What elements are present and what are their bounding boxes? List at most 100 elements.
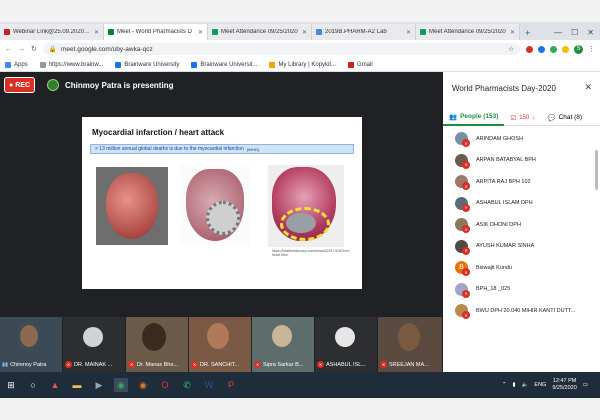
checkbox-icon: ☑: [510, 114, 517, 122]
language-indicator[interactable]: ENG: [534, 382, 546, 388]
browser-tab[interactable]: Meet Attendance 09/25/2020 ✕: [208, 24, 312, 40]
participant-name: Biswajit Kundu: [476, 264, 513, 271]
tab-people-label: People (153): [460, 113, 499, 120]
list-item[interactable]: ✕ ARPITA RAJ BPH 102: [443, 171, 600, 193]
bookmark-apps[interactable]: Apps: [5, 61, 28, 68]
url-field[interactable]: 🔒 meet.google.com/uby-awka-qcz ☆: [42, 43, 520, 55]
chat-icon: 💬: [547, 114, 556, 122]
sheets-favicon-icon: [212, 29, 218, 35]
extension-icon[interactable]: [550, 45, 557, 53]
page-icon: [115, 61, 122, 68]
panel-title: World Pharmacists Day-2020: [452, 84, 556, 93]
bookmark-gmail[interactable]: Gmail: [348, 61, 373, 68]
close-icon[interactable]: ✕: [94, 29, 99, 36]
star-icon[interactable]: ☆: [508, 45, 514, 53]
participant-tile[interactable]: ▮▮ Chinmoy Patra: [0, 317, 62, 372]
presenter-avatar: [47, 79, 59, 91]
mic-off-icon: ✕: [380, 361, 387, 368]
word-icon[interactable]: W: [202, 378, 216, 392]
file-explorer-icon[interactable]: ▬: [70, 378, 84, 392]
bookmark-label: My Library | Kopykit...: [278, 61, 337, 68]
docs-favicon-icon: [316, 29, 322, 35]
tray-chevron-icon[interactable]: ⌃: [502, 382, 507, 388]
list-item[interactable]: ✕ BPH_18 _025: [443, 279, 600, 301]
list-item[interactable]: B ✕ Biswajit Kundu: [443, 257, 600, 279]
close-icon[interactable]: ✕: [198, 29, 203, 36]
extension-icon[interactable]: [538, 45, 545, 53]
tab-people[interactable]: 👥 People (153): [443, 110, 505, 126]
participant-name: ASHABUL ISL...: [326, 361, 366, 368]
browser-tab[interactable]: Meet Attendance 09/25/2020 ✕: [416, 24, 520, 40]
participant-name-row: ✕ SREEJAN MA...: [380, 361, 429, 368]
gmail-icon: [348, 61, 355, 68]
close-icon[interactable]: ✕: [584, 82, 592, 93]
search-icon[interactable]: ○: [26, 378, 40, 392]
minimize-icon[interactable]: —: [554, 28, 562, 37]
extension-icon[interactable]: [526, 45, 533, 53]
forward-icon[interactable]: →: [18, 46, 25, 53]
powerpoint-icon[interactable]: P: [224, 378, 238, 392]
clock[interactable]: 12:47 PM 9/25/2020: [552, 378, 576, 392]
participant-tile[interactable]: ✕ DR. SANCHIT...: [189, 317, 251, 372]
new-tab-button[interactable]: +: [520, 28, 535, 40]
presenter-banner: Chinmoy Patra is presenting: [47, 79, 173, 91]
heart-photo: [96, 167, 168, 245]
start-icon[interactable]: ⊞: [4, 378, 18, 392]
tab-attendance[interactable]: ☑ 150 ↓: [504, 110, 541, 126]
tab-title: Meet - World Pharmacists D: [117, 29, 192, 35]
close-icon[interactable]: ✕: [302, 29, 307, 36]
list-item[interactable]: ✕ ASHABUL ISLAM DPH: [443, 193, 600, 215]
chrome-icon[interactable]: ◉: [114, 378, 128, 392]
profile-avatar[interactable]: S: [574, 44, 583, 54]
firefox-icon[interactable]: ◉: [136, 378, 150, 392]
participant-name-row: ✕ Dr. Manas Bho...: [128, 361, 178, 368]
participant-tile[interactable]: ✕ Sipra Sarkar B...: [252, 317, 314, 372]
bookmark-item[interactable]: Brainware University: [115, 61, 179, 68]
slide-bullet-box: > 13 million annual global deaths is due…: [90, 144, 354, 154]
tab-title: Meet Attendance 09/25/2020: [429, 29, 506, 35]
reload-icon[interactable]: ↻: [31, 45, 37, 53]
arrow-down-icon: ↓: [532, 114, 536, 121]
tab-title: 2019B.PHARM-A2 Lab: [325, 29, 387, 35]
people-icon: 👥: [449, 113, 458, 121]
list-item[interactable]: ✕ ASIK DHONI DPH: [443, 214, 600, 236]
participant-tile[interactable]: ✕ ASHABUL ISL...: [315, 317, 377, 372]
close-window-icon[interactable]: ✕: [587, 28, 594, 37]
media-player-icon[interactable]: ▶: [92, 378, 106, 392]
mic-off-icon: ✕: [191, 361, 198, 368]
mic-off-icon: ✕: [254, 361, 261, 368]
notifications-icon[interactable]: ▭: [583, 382, 588, 388]
browser-tab[interactable]: 2019B.PHARM-A2 Lab ✕: [312, 24, 416, 40]
bookmark-item[interactable]: Brainware Universit...: [191, 61, 257, 68]
participant-tile[interactable]: ✕ Dr. Manas Bho...: [126, 317, 188, 372]
bookmark-item[interactable]: https://www.brainw...: [39, 61, 103, 68]
close-icon[interactable]: ✕: [510, 29, 515, 36]
list-item[interactable]: ✕ ARINDAM GHOSH: [443, 128, 600, 150]
scrollbar[interactable]: [595, 150, 598, 190]
maximize-icon[interactable]: ☐: [571, 28, 578, 37]
opera-icon[interactable]: O: [158, 378, 172, 392]
tab-chat[interactable]: 💬 Chat (8): [541, 110, 588, 126]
close-icon[interactable]: ✕: [406, 29, 411, 36]
record-dot-icon: ●: [8, 81, 14, 89]
list-item[interactable]: ✕ AYUSH KUMAR SINHA: [443, 236, 600, 258]
list-item[interactable]: ✕ ARPAN BATABYAL BPH: [443, 150, 600, 172]
acrobat-icon[interactable]: ▲: [48, 378, 62, 392]
extension-icon[interactable]: [562, 45, 569, 53]
more-menu-icon[interactable]: ⋮: [588, 45, 595, 53]
list-item[interactable]: ✕ BWU DPH 20.040 MIHIR KANTI DUTT...: [443, 300, 600, 322]
participant-tile[interactable]: ✕ DR. MAINAK ...: [63, 317, 125, 372]
slide-bullet: > 13 million annual global deaths is due…: [95, 146, 244, 152]
screenshot-frame: Webinar Link@25.09.2020_Time ✕ Meet - Wo…: [0, 0, 600, 420]
mic-off-icon: ✕: [128, 361, 135, 368]
tab-title: Webinar Link@25.09.2020_Time: [13, 29, 91, 35]
back-icon[interactable]: ←: [5, 46, 12, 53]
browser-tab-active[interactable]: Meet - World Pharmacists D ✕: [104, 24, 208, 40]
extensions: S ⋮: [526, 44, 595, 54]
participant-tile[interactable]: ✕ SREEJAN MA...: [378, 317, 442, 372]
browser-tab[interactable]: Webinar Link@25.09.2020_Time ✕: [0, 24, 104, 40]
bookmark-item[interactable]: My Library | Kopykit...: [269, 61, 337, 68]
whatsapp-icon[interactable]: ✆: [180, 378, 194, 392]
network-icon[interactable]: ▮: [513, 382, 516, 388]
volume-icon[interactable]: 🔈: [522, 382, 529, 388]
